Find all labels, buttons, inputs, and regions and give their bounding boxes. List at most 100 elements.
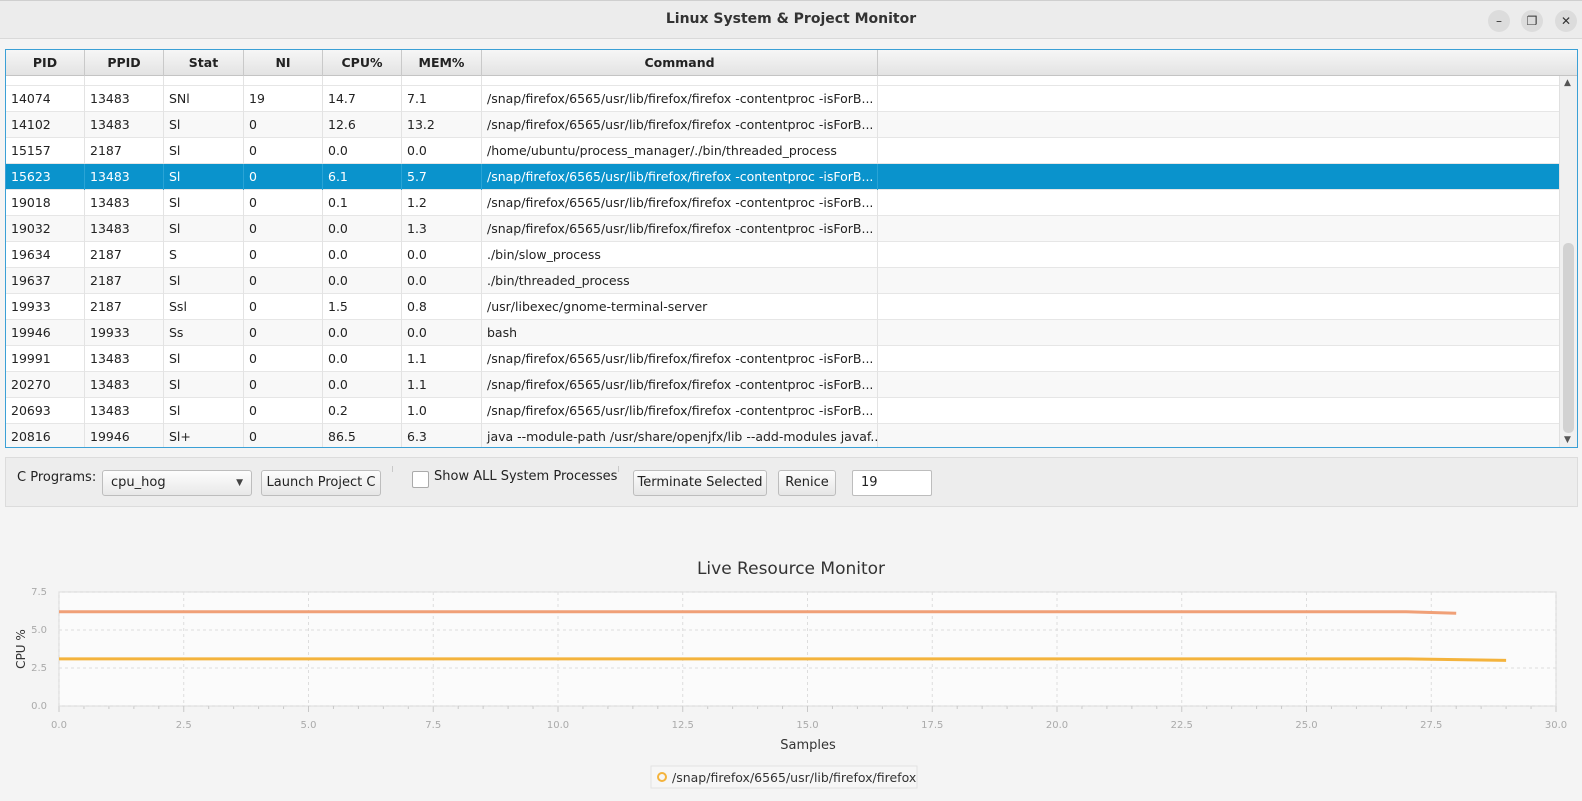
- x-axis-label: Samples: [780, 738, 836, 753]
- title-bar[interactable]: Linux System & Project Monitor – ❐ ✕: [0, 0, 1582, 39]
- table-row[interactable]: 20816 19946 Sl+ 0 86.5 6.3 java --module-path …: [6, 424, 1559, 447]
- column-header-mem[interactable]: MEM%: [402, 50, 482, 76]
- minimize-button[interactable]: –: [1488, 10, 1510, 32]
- cell-ni: 0: [244, 242, 323, 268]
- cell-stat: S: [164, 242, 244, 268]
- cell-cpu: 0.0: [323, 372, 402, 398]
- table-row[interactable]: 20270 13483 Sl 0 0.0 1.1/snap/firefox/6565/us…: [6, 372, 1559, 398]
- launch-project-button[interactable]: Launch Project C: [261, 470, 381, 496]
- show-all-processes-label[interactable]: Show ALL System Processes: [434, 469, 617, 484]
- maximize-icon: ❐: [1526, 14, 1538, 28]
- cell-ppid: 13483: [85, 398, 164, 424]
- cell-cmd: /snap/firefox/6565/usr/lib/firefox/firef…: [482, 190, 878, 216]
- table-row[interactable]: 15157 2187 Sl 0 0.0 0.0/home/ubuntu/process_m…: [6, 138, 1559, 164]
- renice-value-input[interactable]: 19: [852, 470, 932, 496]
- y-tick-label: 2.5: [31, 663, 47, 674]
- table-row[interactable]: 19634 2187 S 0 0.0 0.0 ./bin/slow_process: [6, 242, 1559, 268]
- cell-cmd: /home/ubuntu/process_manager/./bin/threa…: [482, 138, 878, 164]
- table-row[interactable]: 19032 13483 Sl 0 0.0 1.3/snap/firefox/6565/us…: [6, 216, 1559, 242]
- cell-mem: 1.0: [402, 398, 482, 424]
- scroll-down-icon[interactable]: ▼: [1564, 435, 1571, 445]
- cell-mem: 0.0: [402, 320, 482, 346]
- cell-mem: 0.0: [402, 242, 482, 268]
- c-programs-select[interactable]: cpu_hog ▼: [102, 470, 252, 496]
- cell-pid: 19018: [6, 190, 85, 216]
- column-header-ppid[interactable]: PPID: [85, 50, 164, 76]
- column-header-ni[interactable]: NI: [244, 50, 323, 76]
- cell-cmd: /snap/firefox/6565/usr/lib/firefox/firef…: [482, 372, 878, 398]
- cell-pid: 15157: [6, 138, 85, 164]
- cell-ppid: 19946: [85, 424, 164, 447]
- cell-cmd: /snap/firefox/6565/usr/lib/firefox/firef…: [482, 86, 878, 112]
- cell-ni: 0: [244, 138, 323, 164]
- column-header-command[interactable]: Command: [482, 50, 878, 76]
- cell-cmd: /snap/firefox/6565/usr/lib/firefox/firef…: [482, 398, 878, 424]
- column-header-pid[interactable]: PID: [6, 50, 85, 76]
- x-tick-label: 15.0: [796, 720, 818, 731]
- cell-mem: 6.3: [402, 424, 482, 447]
- renice-button[interactable]: Renice: [778, 470, 836, 496]
- show-all-processes-checkbox[interactable]: [412, 471, 429, 488]
- series-line-1: [59, 657, 1507, 662]
- cell-ppid: 13483: [85, 372, 164, 398]
- table-row[interactable]: 14074 13483 SNl 19 14.7 7.1/snap/firefox/6565…: [6, 86, 1559, 112]
- close-icon: ✕: [1560, 14, 1572, 28]
- table-row[interactable]: 19637 2187 Sl 0 0.0 0.0 ./bin/threaded_process: [6, 268, 1559, 294]
- cell-cpu: 12.6: [323, 112, 402, 138]
- cell-ni: 0: [244, 216, 323, 242]
- cell-cpu: 0.1: [323, 190, 402, 216]
- scroll-up-icon[interactable]: ▲: [1564, 78, 1571, 88]
- table-row[interactable]: 19933 2187 Ssl 0 1.5 0.8/usr/libexec/gnome-te…: [6, 294, 1559, 320]
- app-window: Linux System & Project Monitor – ❐ ✕ PID…: [0, 0, 1582, 797]
- c-programs-label: C Programs:: [17, 470, 97, 485]
- cell-cmd: ./bin/slow_process: [482, 242, 878, 268]
- cell-pid: 14102: [6, 112, 85, 138]
- cell-ni: 0: [244, 294, 323, 320]
- x-tick-label: 12.5: [672, 720, 694, 731]
- cell-cmd: /snap/firefox/6565/usr/lib/firefox/firef…: [482, 112, 878, 138]
- cell-mem: 1.1: [402, 346, 482, 372]
- close-button[interactable]: ✕: [1555, 10, 1577, 32]
- cell-ni: 0: [244, 112, 323, 138]
- cell-pid: 19634: [6, 242, 85, 268]
- cell-pid: 19933: [6, 294, 85, 320]
- table-row[interactable]: 15623 13483 Sl 0 6.1 5.7/snap/firefox/6565/us…: [6, 164, 1559, 190]
- y-tick-label: 0.0: [31, 701, 47, 712]
- x-tick-label: 5.0: [301, 720, 317, 731]
- cell-cpu: 86.5: [323, 424, 402, 447]
- cell-cpu: 0.0: [323, 346, 402, 372]
- cell-ni: 0: [244, 320, 323, 346]
- cell-ppid: 13483: [85, 112, 164, 138]
- table-row[interactable]: 19018 13483 Sl 0 0.1 1.2/snap/firefox/6565/us…: [6, 190, 1559, 216]
- cell-mem: 0.0: [402, 138, 482, 164]
- cell-stat: Sl: [164, 112, 244, 138]
- maximize-button[interactable]: ❐: [1521, 10, 1543, 32]
- cell-cmd: bash: [482, 320, 878, 346]
- cell-cmd: /usr/libexec/gnome-terminal-server: [482, 294, 878, 320]
- cell-ppid: 13483: [85, 216, 164, 242]
- table-row[interactable]: 20693 13483 Sl 0 0.2 1.0/snap/firefox/6565/us…: [6, 398, 1559, 424]
- scrollbar-thumb[interactable]: [1563, 243, 1574, 433]
- x-tick-label: 10.0: [547, 720, 569, 731]
- cell-ppid: 2187: [85, 138, 164, 164]
- x-tick-label: 17.5: [921, 720, 943, 731]
- table-row[interactable]: 14102 13483 Sl 0 12.6 13.2/snap/firefox/6565/…: [6, 112, 1559, 138]
- column-header-cpu[interactable]: CPU%: [323, 50, 402, 76]
- x-tick-label: 7.5: [425, 720, 441, 731]
- column-header-stat[interactable]: Stat: [164, 50, 244, 76]
- table-scrollbar[interactable]: ▲ ▼: [1559, 76, 1577, 447]
- terminate-selected-button[interactable]: Terminate Selected: [633, 470, 767, 496]
- cell-ppid: 13483: [85, 346, 164, 372]
- cell-ppid: 2187: [85, 294, 164, 320]
- process-table[interactable]: PID PPID Stat NI CPU% MEM% Command 14074…: [5, 49, 1578, 448]
- cell-ni: 0: [244, 190, 323, 216]
- separator: [392, 466, 393, 472]
- x-tick-label: 22.5: [1171, 720, 1193, 731]
- table-row[interactable]: 19946 19933 Ss 0 0.0 0.0 bash: [6, 320, 1559, 346]
- cell-stat: Ss: [164, 320, 244, 346]
- table-row[interactable]: 19991 13483 Sl 0 0.0 1.1/snap/firefox/6565/us…: [6, 346, 1559, 372]
- x-tick-label: 0.0: [51, 720, 67, 731]
- cell-stat: Sl: [164, 372, 244, 398]
- cell-cpu: 0.2: [323, 398, 402, 424]
- cell-stat: Ssl: [164, 294, 244, 320]
